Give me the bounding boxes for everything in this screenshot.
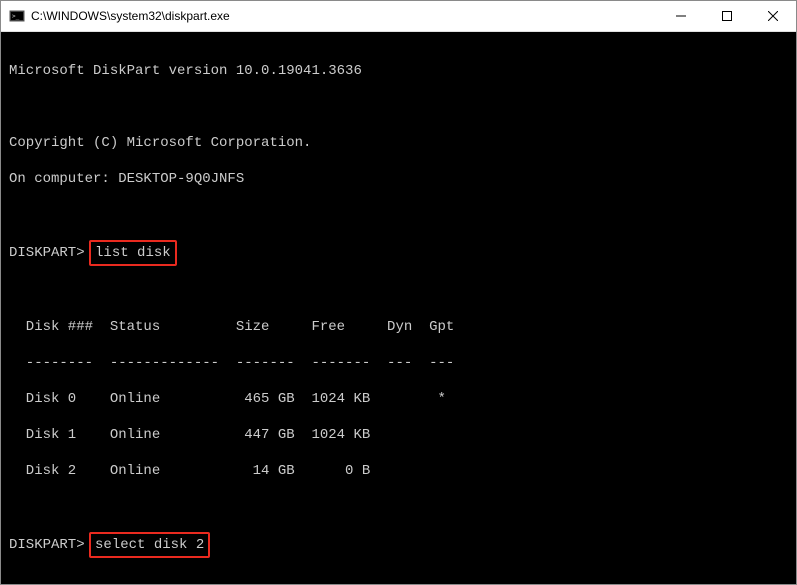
window-title: C:\WINDOWS\system32\diskpart.exe: [31, 9, 230, 23]
computer-line: On computer: DESKTOP-9Q0JNFS: [9, 170, 788, 188]
titlebar: >_ C:\WINDOWS\system32\diskpart.exe: [1, 1, 796, 32]
table-row: Disk 0 Online 465 GB 1024 KB *: [9, 390, 788, 408]
window: >_ C:\WINDOWS\system32\diskpart.exe Micr…: [0, 0, 797, 585]
minimize-button[interactable]: [658, 1, 704, 31]
prompt-line: DISKPART> select disk 2: [9, 534, 788, 556]
blank: [9, 282, 788, 300]
window-controls: [658, 1, 796, 31]
blank: [9, 206, 788, 224]
prompt-line: DISKPART> list disk: [9, 242, 788, 264]
prompt: DISKPART>: [9, 537, 85, 553]
table-row: Disk 2 Online 14 GB 0 B: [9, 462, 788, 480]
disk-table-header: Disk ### Status Size Free Dyn Gpt: [9, 318, 788, 336]
prompt: DISKPART>: [9, 245, 85, 261]
blank: [9, 498, 788, 516]
maximize-button[interactable]: [704, 1, 750, 31]
table-row: Disk 1 Online 447 GB 1024 KB: [9, 426, 788, 444]
terminal[interactable]: Microsoft DiskPart version 10.0.19041.36…: [1, 32, 796, 584]
blank: [9, 98, 788, 116]
app-icon: >_: [9, 8, 25, 24]
cmd-list-disk: list disk: [89, 240, 177, 266]
blank: [9, 574, 788, 584]
cmd-select-disk: select disk 2: [89, 532, 210, 558]
close-button[interactable]: [750, 1, 796, 31]
disk-table-divider: -------- ------------- ------- ------- -…: [9, 354, 788, 372]
svg-text:>_: >_: [12, 13, 20, 20]
copyright-line: Copyright (C) Microsoft Corporation.: [9, 134, 788, 152]
version-line: Microsoft DiskPart version 10.0.19041.36…: [9, 62, 788, 80]
